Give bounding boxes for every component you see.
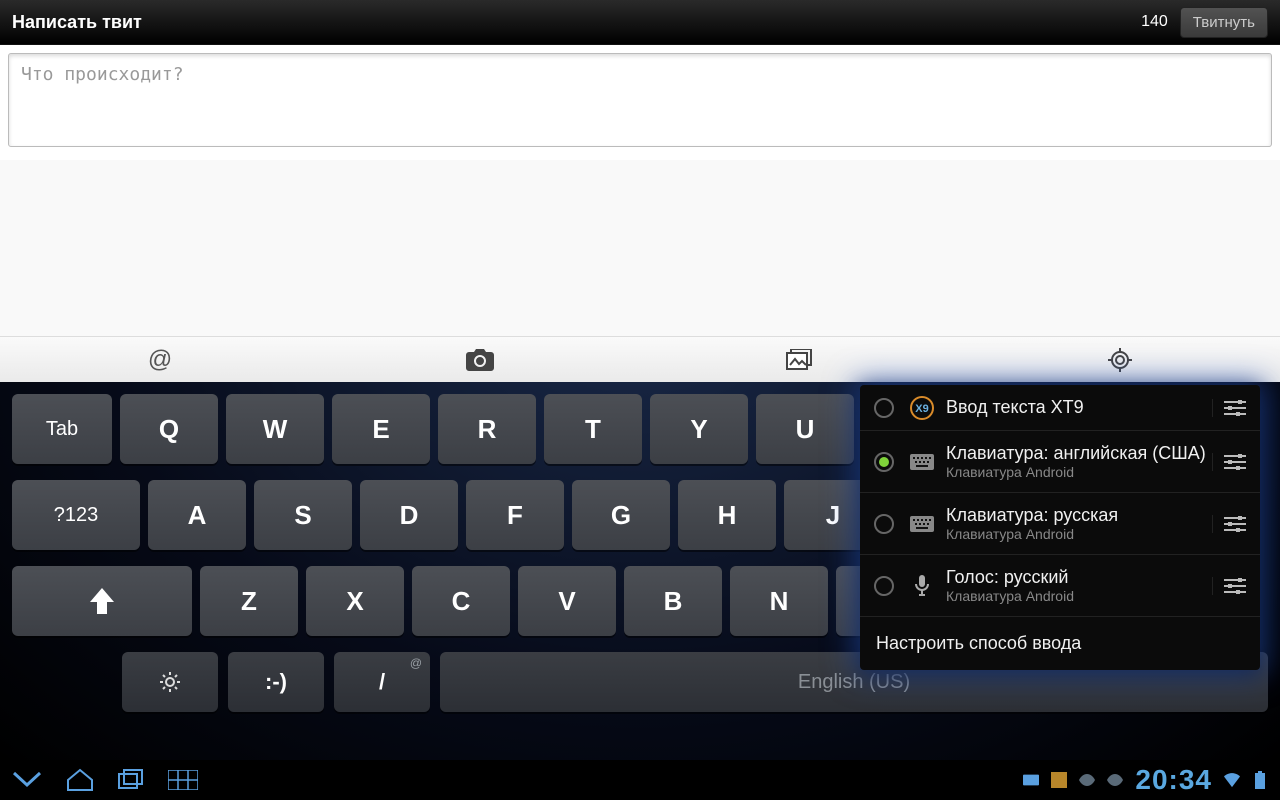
- status-notification-icon-2[interactable]: [1107, 772, 1123, 788]
- radio-selected[interactable]: [874, 452, 894, 472]
- ime-option-xt9[interactable]: X9 Ввод текста XT9: [860, 385, 1260, 431]
- key-c[interactable]: C: [412, 566, 510, 636]
- ime-option-subtitle: Клавиатура Android: [946, 526, 1212, 542]
- tweet-button[interactable]: Твитнуть: [1180, 7, 1268, 38]
- xt9-icon: X9: [908, 398, 936, 418]
- compose-container: [0, 45, 1280, 160]
- attachment-toolbar: @: [0, 336, 1280, 382]
- compose-appbar: Написать твит 140 Твитнуть: [0, 0, 1280, 45]
- nav-recents[interactable]: [118, 769, 144, 791]
- key-d[interactable]: D: [360, 480, 458, 550]
- at-icon: @: [148, 346, 172, 374]
- radio-unselected[interactable]: [874, 576, 894, 596]
- sliders-icon: [1224, 515, 1246, 533]
- key-w[interactable]: W: [226, 394, 324, 464]
- key-b[interactable]: B: [624, 566, 722, 636]
- key-e[interactable]: E: [332, 394, 430, 464]
- grid-icon: [168, 770, 198, 790]
- key-q[interactable]: Q: [120, 394, 218, 464]
- home-icon: [66, 768, 94, 792]
- sliders-icon: [1224, 577, 1246, 595]
- mic-icon: [908, 576, 936, 596]
- key-z[interactable]: Z: [200, 566, 298, 636]
- svg-text:X9: X9: [915, 403, 928, 415]
- nav-apps[interactable]: [168, 770, 198, 790]
- gear-icon: [159, 671, 181, 693]
- key-slash-corner: @: [410, 656, 422, 670]
- key-n[interactable]: N: [730, 566, 828, 636]
- nav-back[interactable]: [12, 771, 42, 789]
- compose-textarea[interactable]: [8, 53, 1272, 147]
- location-icon: [1107, 347, 1133, 373]
- key-y[interactable]: Y: [650, 394, 748, 464]
- gallery-icon: [785, 349, 815, 371]
- ime-option-subtitle: Клавиатура Android: [946, 464, 1212, 480]
- battery-icon[interactable]: [1252, 772, 1268, 788]
- back-icon: [12, 771, 42, 789]
- location-button[interactable]: [960, 337, 1280, 382]
- key-v[interactable]: V: [518, 566, 616, 636]
- status-keyboard-icon[interactable]: [1023, 772, 1039, 788]
- keyboard-icon: [908, 452, 936, 472]
- key-emoticon[interactable]: :-): [228, 652, 324, 712]
- blank-area: [0, 160, 1280, 336]
- key-h[interactable]: H: [678, 480, 776, 550]
- camera-button[interactable]: [320, 337, 640, 382]
- appbar-title: Написать твит: [12, 12, 142, 33]
- char-count: 140: [1141, 13, 1168, 31]
- camera-icon: [466, 349, 494, 371]
- radio-unselected[interactable]: [874, 514, 894, 534]
- nav-home[interactable]: [66, 768, 94, 792]
- ime-option-voice[interactable]: Голос: русский Клавиатура Android: [860, 555, 1260, 617]
- key-s[interactable]: S: [254, 480, 352, 550]
- status-clock[interactable]: 20:34: [1135, 764, 1212, 796]
- key-a[interactable]: A: [148, 480, 246, 550]
- sliders-icon: [1224, 399, 1246, 417]
- radio-unselected[interactable]: [874, 398, 894, 418]
- ime-option-english[interactable]: Клавиатура: английская (США) Клавиатура …: [860, 431, 1260, 493]
- status-app-icon[interactable]: [1051, 772, 1067, 788]
- key-slash-label: /: [379, 669, 385, 695]
- ime-option-title: Ввод текста XT9: [946, 397, 1212, 418]
- sliders-icon: [1224, 453, 1246, 471]
- mention-button[interactable]: @: [0, 337, 320, 382]
- system-navbar: 20:34: [0, 760, 1280, 800]
- key-t[interactable]: T: [544, 394, 642, 464]
- ime-option-subtitle: Клавиатура Android: [946, 588, 1212, 604]
- ime-option-settings[interactable]: [1212, 453, 1246, 471]
- ime-configure-link[interactable]: Настроить способ ввода: [860, 617, 1260, 670]
- key-symbols[interactable]: ?123: [12, 480, 140, 550]
- ime-option-settings[interactable]: [1212, 399, 1246, 417]
- keyboard-icon: [908, 514, 936, 534]
- shift-icon: [88, 588, 116, 614]
- ime-option-russian[interactable]: Клавиатура: русская Клавиатура Android: [860, 493, 1260, 555]
- key-tab[interactable]: Tab: [12, 394, 112, 464]
- gallery-button[interactable]: [640, 337, 960, 382]
- ime-option-title: Клавиатура: английская (США): [946, 443, 1212, 464]
- key-u[interactable]: U: [756, 394, 854, 464]
- key-f[interactable]: F: [466, 480, 564, 550]
- ime-option-settings[interactable]: [1212, 577, 1246, 595]
- ime-option-title: Голос: русский: [946, 567, 1212, 588]
- key-r[interactable]: R: [438, 394, 536, 464]
- recents-icon: [118, 769, 144, 791]
- key-g[interactable]: G: [572, 480, 670, 550]
- key-x[interactable]: X: [306, 566, 404, 636]
- key-settings[interactable]: [122, 652, 218, 712]
- ime-option-settings[interactable]: [1212, 515, 1246, 533]
- ime-option-title: Клавиатура: русская: [946, 505, 1212, 526]
- key-shift[interactable]: [12, 566, 192, 636]
- key-slash[interactable]: / @: [334, 652, 430, 712]
- input-method-popup: X9 Ввод текста XT9 Клавиатура: английска…: [860, 385, 1260, 670]
- wifi-icon[interactable]: [1224, 772, 1240, 788]
- status-notification-icon[interactable]: [1079, 772, 1095, 788]
